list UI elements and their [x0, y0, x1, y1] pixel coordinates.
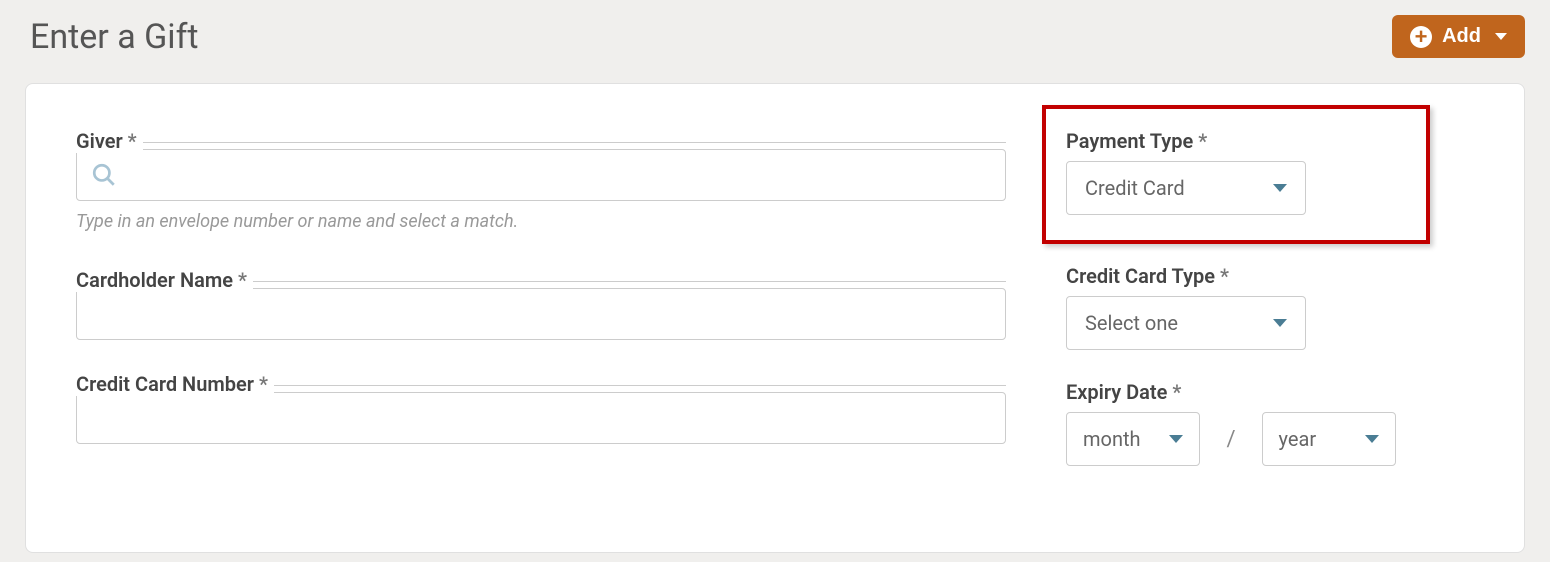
caret-down-icon [1495, 33, 1507, 40]
giver-field-group: Giver * Type in an envelope number or na… [76, 129, 1006, 232]
plus-circle-icon: + [1410, 26, 1432, 48]
caret-down-icon [1169, 435, 1183, 443]
form-card: Giver * Type in an envelope number or na… [25, 83, 1525, 553]
cardholder-input-box[interactable] [76, 288, 1006, 340]
card-number-field-group: Credit Card Number * [76, 372, 1006, 444]
add-button-label: Add [1442, 25, 1481, 48]
search-icon [91, 162, 117, 188]
card-type-dropdown[interactable]: Select one [1066, 296, 1306, 350]
cardholder-input[interactable] [91, 304, 991, 325]
giver-helper-text: Type in an envelope number or name and s… [76, 211, 1006, 232]
card-number-input[interactable] [91, 408, 991, 429]
payment-type-value: Credit Card [1085, 176, 1185, 200]
caret-down-icon [1273, 184, 1287, 192]
right-column: Payment Type * Credit Card Credit Card T… [1066, 129, 1396, 496]
expiry-year-value: year [1279, 427, 1317, 451]
card-type-field-group: Credit Card Type * Select one [1066, 264, 1396, 350]
cardholder-label: Cardholder Name * [76, 268, 253, 292]
payment-type-label: Payment Type * [1066, 129, 1213, 153]
giver-input[interactable] [125, 165, 991, 186]
expiry-field-group: Expiry Date * month / year [1066, 380, 1396, 466]
add-button[interactable]: + Add [1392, 15, 1525, 58]
left-column: Giver * Type in an envelope number or na… [76, 129, 1006, 496]
cardholder-field-group: Cardholder Name * [76, 268, 1006, 340]
card-number-label: Credit Card Number * [76, 372, 274, 396]
expiry-separator: / [1226, 427, 1235, 452]
caret-down-icon [1273, 319, 1287, 327]
page-header: Enter a Gift + Add [0, 0, 1550, 83]
payment-type-field-group: Payment Type * Credit Card [1066, 129, 1396, 215]
payment-type-dropdown[interactable]: Credit Card [1066, 161, 1306, 215]
page-title: Enter a Gift [30, 17, 199, 57]
payment-type-highlight: Payment Type * Credit Card [1042, 105, 1430, 244]
expiry-month-dropdown[interactable]: month [1066, 412, 1200, 466]
card-type-value: Select one [1085, 311, 1178, 335]
expiry-year-dropdown[interactable]: year [1262, 412, 1396, 466]
expiry-label: Expiry Date * [1066, 380, 1187, 404]
card-number-input-box[interactable] [76, 392, 1006, 444]
caret-down-icon [1365, 435, 1379, 443]
card-type-label: Credit Card Type * [1066, 264, 1235, 288]
expiry-month-value: month [1083, 427, 1141, 451]
giver-label: Giver * [76, 129, 143, 153]
giver-input-box[interactable] [76, 149, 1006, 201]
